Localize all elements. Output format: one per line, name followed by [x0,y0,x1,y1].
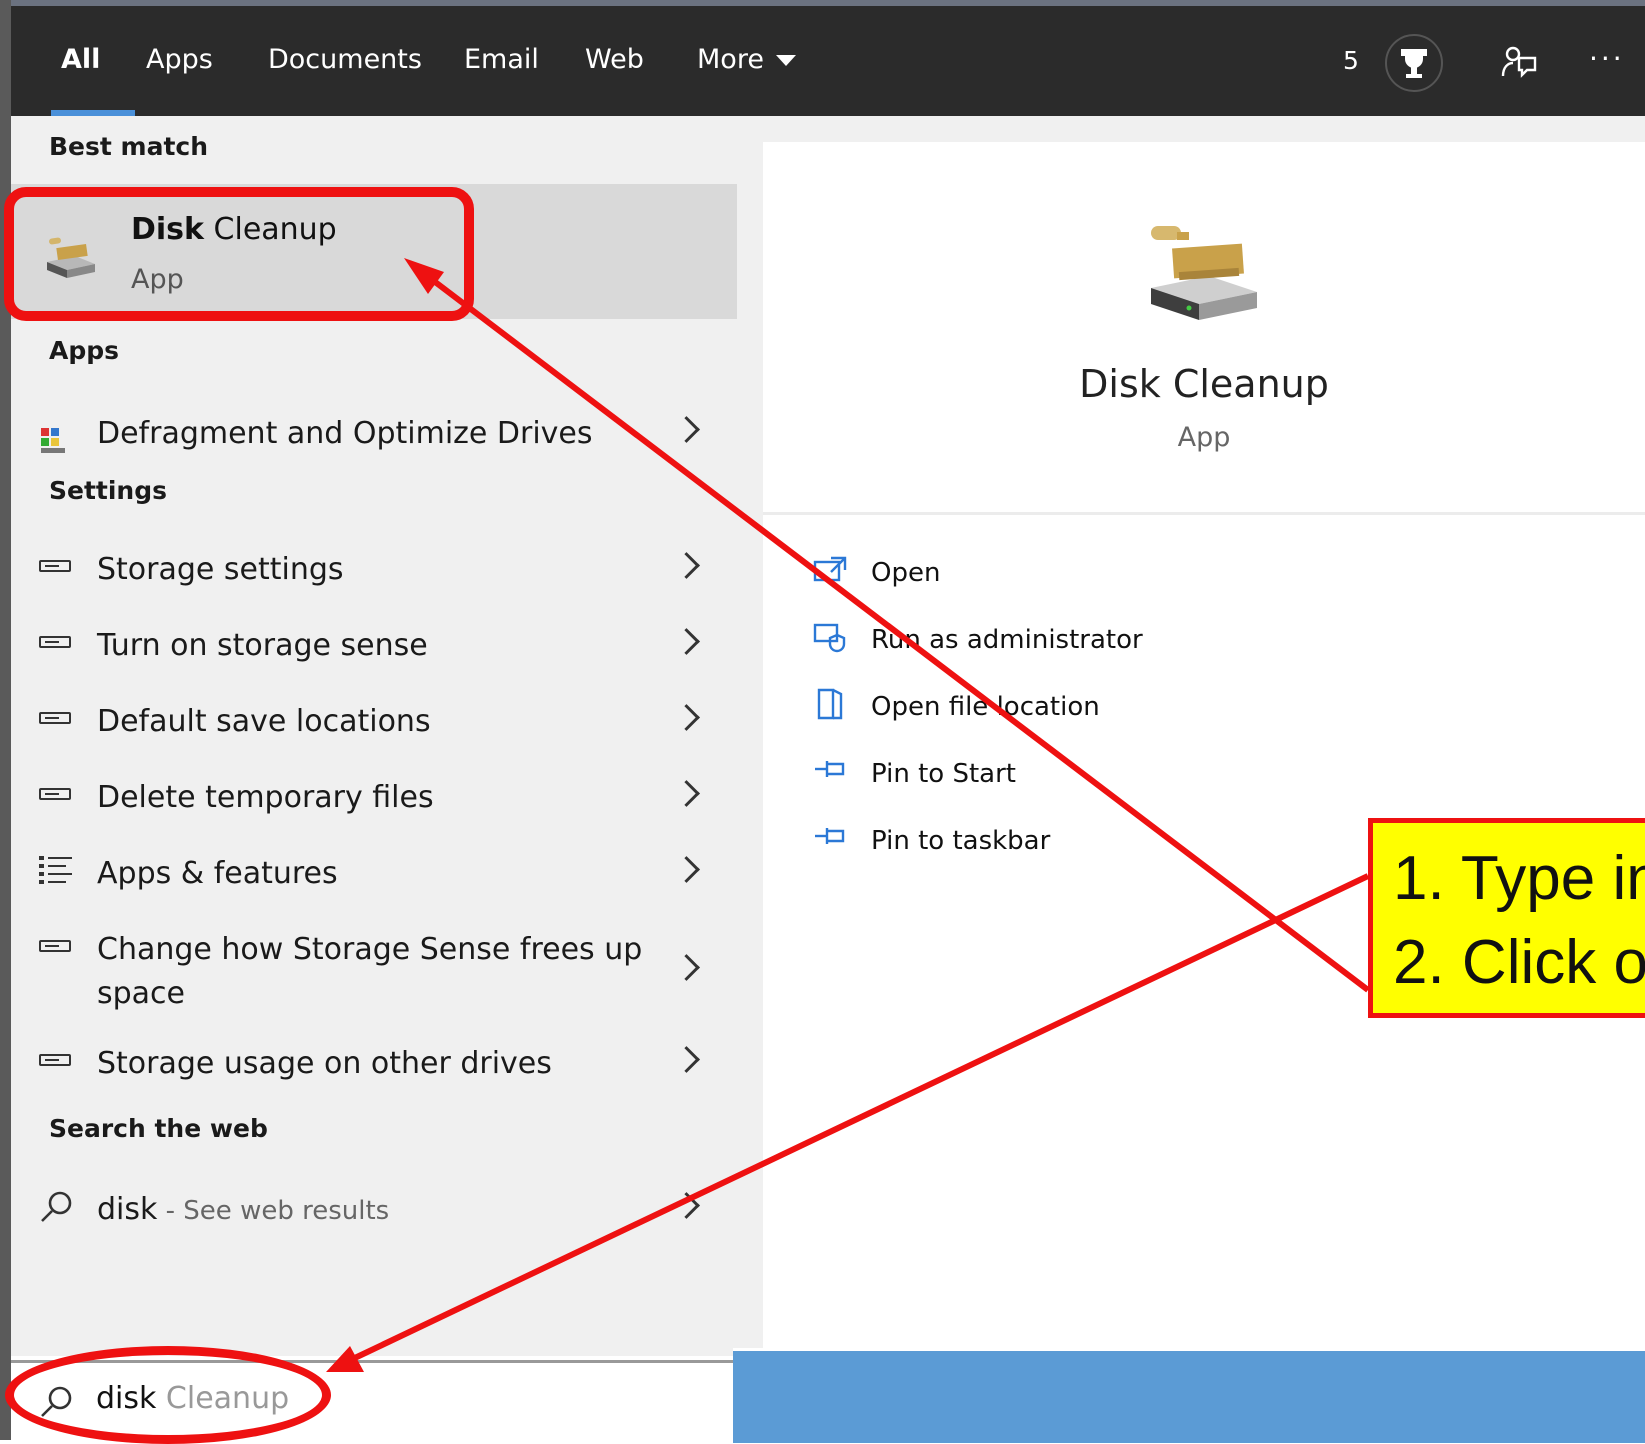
instruction-callout: 1. Type in 2. Click on [1368,818,1645,1018]
tab-more[interactable]: More [697,44,796,75]
highlight-box [4,187,474,321]
more-options-icon[interactable]: ··· [1589,42,1625,75]
drive-icon [39,712,71,724]
settings-item-label: Apps & features [97,856,338,891]
defragment-icon [39,426,71,458]
settings-item-label: Storage usage on other drives [97,1046,552,1081]
section-search-web: Search the web [49,1114,268,1143]
chevron-right-icon[interactable] [673,1046,700,1073]
search-icon [39,1190,73,1228]
settings-item-label-line2: space [97,976,186,1011]
settings-item-label: Default save locations [97,704,431,739]
tab-email[interactable]: Email [464,44,539,75]
chevron-right-icon[interactable] [673,416,700,443]
section-apps: Apps [49,336,120,365]
pin-icon [815,828,845,844]
disk-cleanup-large-icon [1139,216,1269,330]
settings-item-label-line1: Change how Storage Sense frees up [97,932,643,967]
section-settings: Settings [49,476,168,505]
tab-more-label: More [697,44,764,75]
tab-all[interactable]: All [61,44,100,75]
chevron-right-icon[interactable] [673,856,700,883]
action-label: Pin to Start [871,759,1016,789]
drive-icon [39,788,71,800]
chevron-right-icon[interactable] [673,628,700,655]
settings-item-save-locations[interactable]: Default save locations [11,688,737,756]
list-icon [39,854,73,890]
settings-item-other-drives[interactable]: Storage usage on other drives [11,1030,737,1098]
settings-item-label: Turn on storage sense [97,628,428,663]
settings-item-label: Storage settings [97,552,344,587]
drive-icon [39,560,71,572]
drive-icon [39,940,71,952]
web-search-query: disk [97,1192,158,1227]
settings-item-label: Change how Storage Sense frees up space [97,928,642,1016]
chevron-right-icon[interactable] [673,704,700,731]
shield-icon [813,623,846,653]
action-label: Run as administrator [871,625,1143,655]
pin-icon [815,761,845,777]
detail-card: Disk Cleanup App Open Run as administrat… [763,142,1645,1356]
trophy-icon[interactable] [1385,34,1443,92]
folder-icon [817,688,843,720]
callout-line-2: 2. Click on [1393,928,1645,997]
open-icon [813,556,847,582]
chevron-down-icon [775,55,796,66]
action-label: Open [871,558,941,588]
web-search-label: disk - See web results [97,1188,389,1233]
web-search-result[interactable]: disk - See web results [11,1176,737,1244]
feedback-icon[interactable] [1499,42,1539,86]
callout-line-1: 1. Type in [1393,844,1645,913]
settings-item-storage-settings[interactable]: Storage settings [11,536,737,604]
settings-item-storage-sense-space[interactable]: Change how Storage Sense frees up space [11,916,737,1018]
settings-item-apps-features[interactable]: Apps & features [11,840,737,908]
detail-pane: Disk Cleanup App Open Run as administrat… [737,116,1645,1356]
tab-apps[interactable]: Apps [146,44,213,75]
section-best-match: Best match [49,132,209,161]
chevron-right-icon[interactable] [673,552,700,579]
tab-web[interactable]: Web [585,44,644,75]
action-label: Pin to taskbar [871,826,1051,856]
rewards-points: 5 [1343,46,1359,75]
drive-icon [39,1054,71,1066]
drive-icon [39,636,71,648]
divider [763,512,1645,515]
chevron-right-icon[interactable] [673,780,700,807]
chevron-right-icon[interactable] [673,954,700,981]
web-search-suffix: - See web results [157,1196,390,1226]
tab-documents[interactable]: Documents [268,44,422,75]
settings-item-temp-files[interactable]: Delete temporary files [11,764,737,832]
search-tab-bar: All Apps Documents Email Web More 5 ··· [11,0,1645,116]
settings-item-label: Delete temporary files [97,780,434,815]
detail-subtitle: App [1177,422,1231,453]
highlight-ellipse [5,1346,331,1444]
detail-title: Disk Cleanup [1079,362,1329,406]
action-label: Open file location [871,692,1100,722]
chevron-right-icon[interactable] [673,1192,700,1219]
app-result-defragment[interactable]: Defragment and Optimize Drives [11,400,737,468]
settings-item-storage-sense[interactable]: Turn on storage sense [11,612,737,680]
app-result-label: Defragment and Optimize Drives [97,416,593,451]
open-button-bar[interactable] [733,1348,1645,1443]
